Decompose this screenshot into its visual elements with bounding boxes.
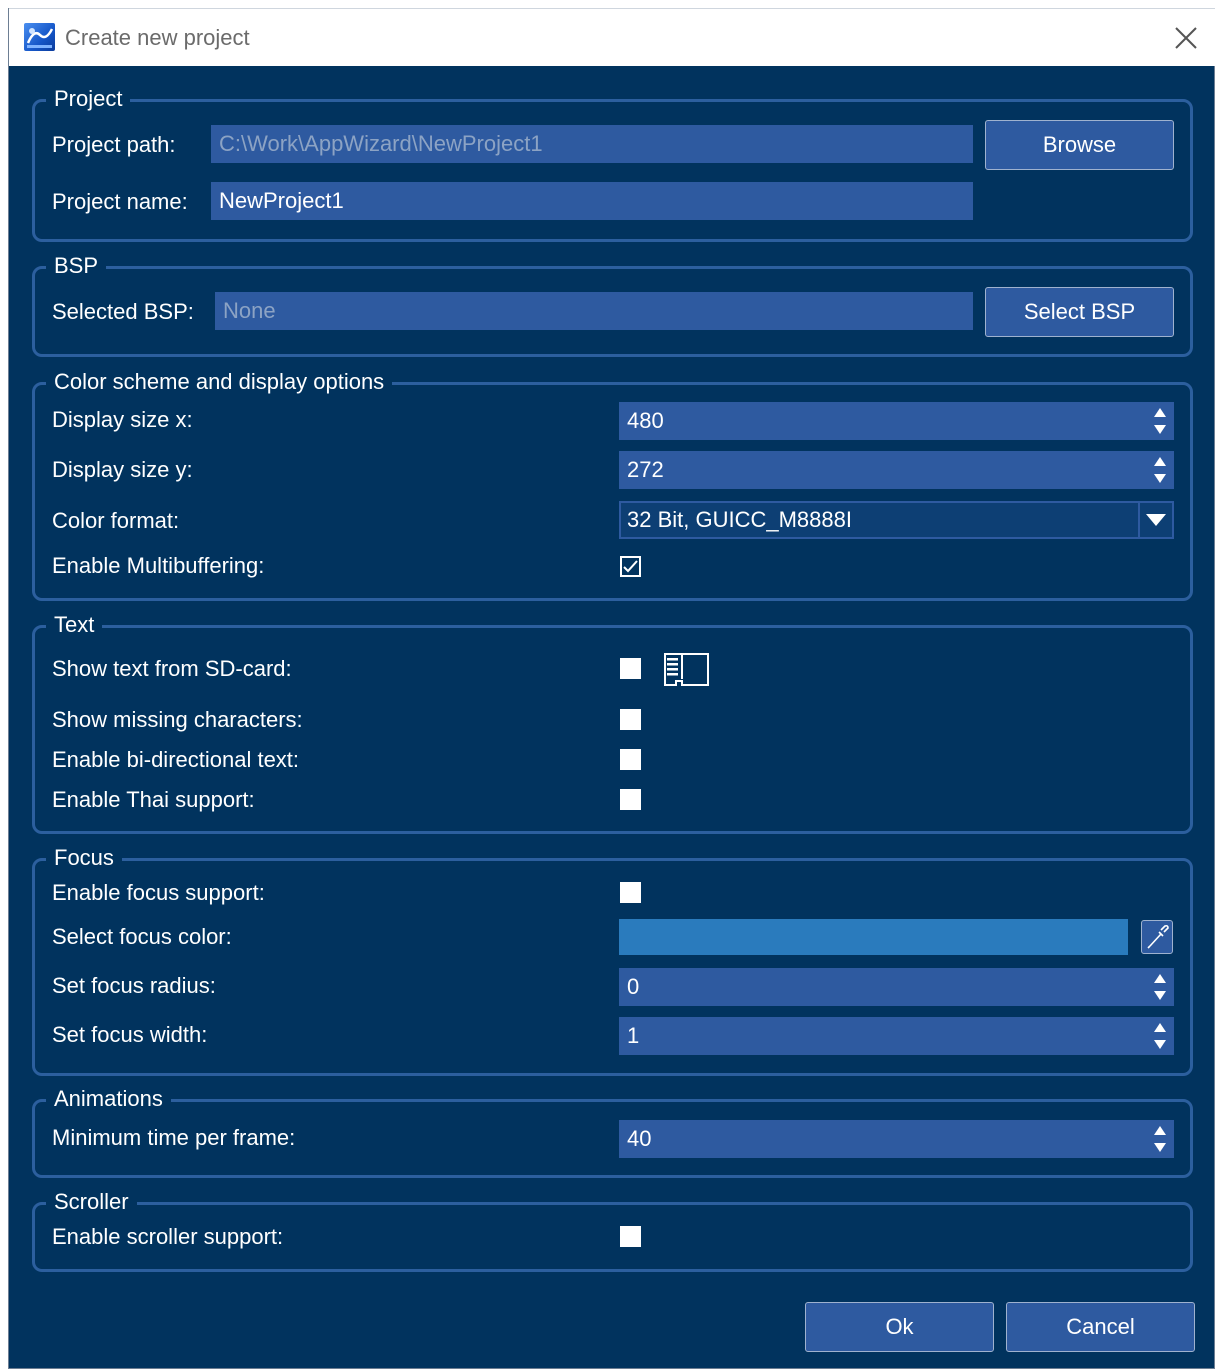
display-size-y-spinbox[interactable]: 272 — [619, 451, 1174, 489]
selected-bsp-label: Selected BSP: — [52, 299, 194, 324]
focus-radius-label: Set focus radius: — [52, 973, 216, 998]
display-size-y-value: 272 — [627, 457, 664, 482]
close-icon[interactable] — [1169, 21, 1203, 55]
bidi-checkbox[interactable] — [620, 749, 641, 770]
color-format-label: Color format: — [52, 508, 180, 533]
thai-checkbox[interactable] — [620, 789, 641, 810]
window-title: Create new project — [65, 25, 250, 50]
display-size-x-spinbox[interactable]: 480 — [619, 402, 1174, 440]
color-format-value: 32 Bit, GUICC_M8888I — [627, 507, 852, 532]
browse-button[interactable]: Browse — [985, 120, 1174, 170]
scroller-support-label: Enable scroller support: — [52, 1224, 284, 1249]
group-title-project: Project — [46, 85, 131, 113]
bidi-label: Enable bi-directional text: — [52, 747, 300, 772]
group-title-bsp: BSP — [46, 252, 107, 280]
color-format-dropdown[interactable]: 32 Bit, GUICC_M8888I — [619, 501, 1174, 539]
missing-chars-label: Show missing characters: — [52, 707, 303, 732]
display-size-y-label: Display size y: — [52, 457, 193, 482]
scroller-support-checkbox[interactable] — [620, 1226, 641, 1247]
focus-support-label: Enable focus support: — [52, 880, 265, 905]
min-time-spinbox[interactable]: 40 — [619, 1120, 1174, 1158]
spin-arrows-icon[interactable] — [1152, 405, 1168, 437]
focus-color-label: Select focus color: — [52, 924, 232, 949]
group-title-focus: Focus — [46, 844, 122, 872]
spin-arrows-icon[interactable] — [1152, 1020, 1168, 1052]
sd-card-label: Show text from SD-card: — [52, 656, 292, 681]
cancel-button[interactable]: Cancel — [1006, 1302, 1195, 1352]
missing-chars-checkbox[interactable] — [620, 709, 641, 730]
project-name-label: Project name: — [52, 189, 188, 214]
focus-color-swatch[interactable] — [619, 919, 1128, 955]
project-name-field[interactable]: NewProject1 — [211, 182, 973, 220]
eyedropper-icon — [1147, 924, 1169, 949]
min-time-label: Minimum time per frame: — [52, 1125, 296, 1150]
select-bsp-button[interactable]: Select BSP — [985, 287, 1174, 337]
group-title-animations: Animations — [46, 1085, 171, 1113]
multibuffering-checkbox[interactable] — [620, 556, 641, 577]
project-path-field[interactable]: C:\Work\AppWizard\NewProject1 — [211, 125, 973, 163]
spin-arrows-icon[interactable] — [1152, 1123, 1168, 1155]
multibuffering-label: Enable Multibuffering: — [52, 553, 265, 578]
sd-card-icon — [664, 653, 709, 686]
project-path-label: Project path: — [52, 132, 176, 157]
spin-arrows-icon[interactable] — [1152, 971, 1168, 1003]
ok-button[interactable]: Ok — [805, 1302, 994, 1352]
focus-width-value: 1 — [627, 1023, 640, 1048]
min-time-value: 40 — [627, 1126, 652, 1151]
focus-width-spinbox[interactable]: 1 — [619, 1017, 1174, 1055]
sd-card-checkbox[interactable] — [620, 658, 641, 679]
focus-support-checkbox[interactable] — [620, 882, 641, 903]
display-size-x-label: Display size x: — [52, 407, 193, 432]
focus-width-label: Set focus width: — [52, 1022, 208, 1047]
create-project-dialog: Create new project Project Project path:… — [8, 8, 1215, 1369]
checkmark-icon — [623, 560, 638, 573]
color-picker-button[interactable] — [1141, 920, 1173, 954]
app-icon — [24, 23, 55, 51]
thai-label: Enable Thai support: — [52, 787, 255, 812]
group-title-scroller: Scroller — [46, 1188, 137, 1216]
focus-radius-spinbox[interactable]: 0 — [619, 968, 1174, 1006]
selected-bsp-field[interactable]: None — [215, 292, 973, 330]
group-title-color-scheme: Color scheme and display options — [46, 368, 393, 396]
group-title-text: Text — [46, 611, 103, 639]
display-size-x-value: 480 — [627, 408, 664, 433]
chevron-down-icon[interactable] — [1138, 503, 1172, 537]
focus-radius-value: 0 — [627, 974, 640, 999]
title-bar: Create new project — [9, 8, 1215, 66]
spin-arrows-icon[interactable] — [1152, 454, 1168, 486]
